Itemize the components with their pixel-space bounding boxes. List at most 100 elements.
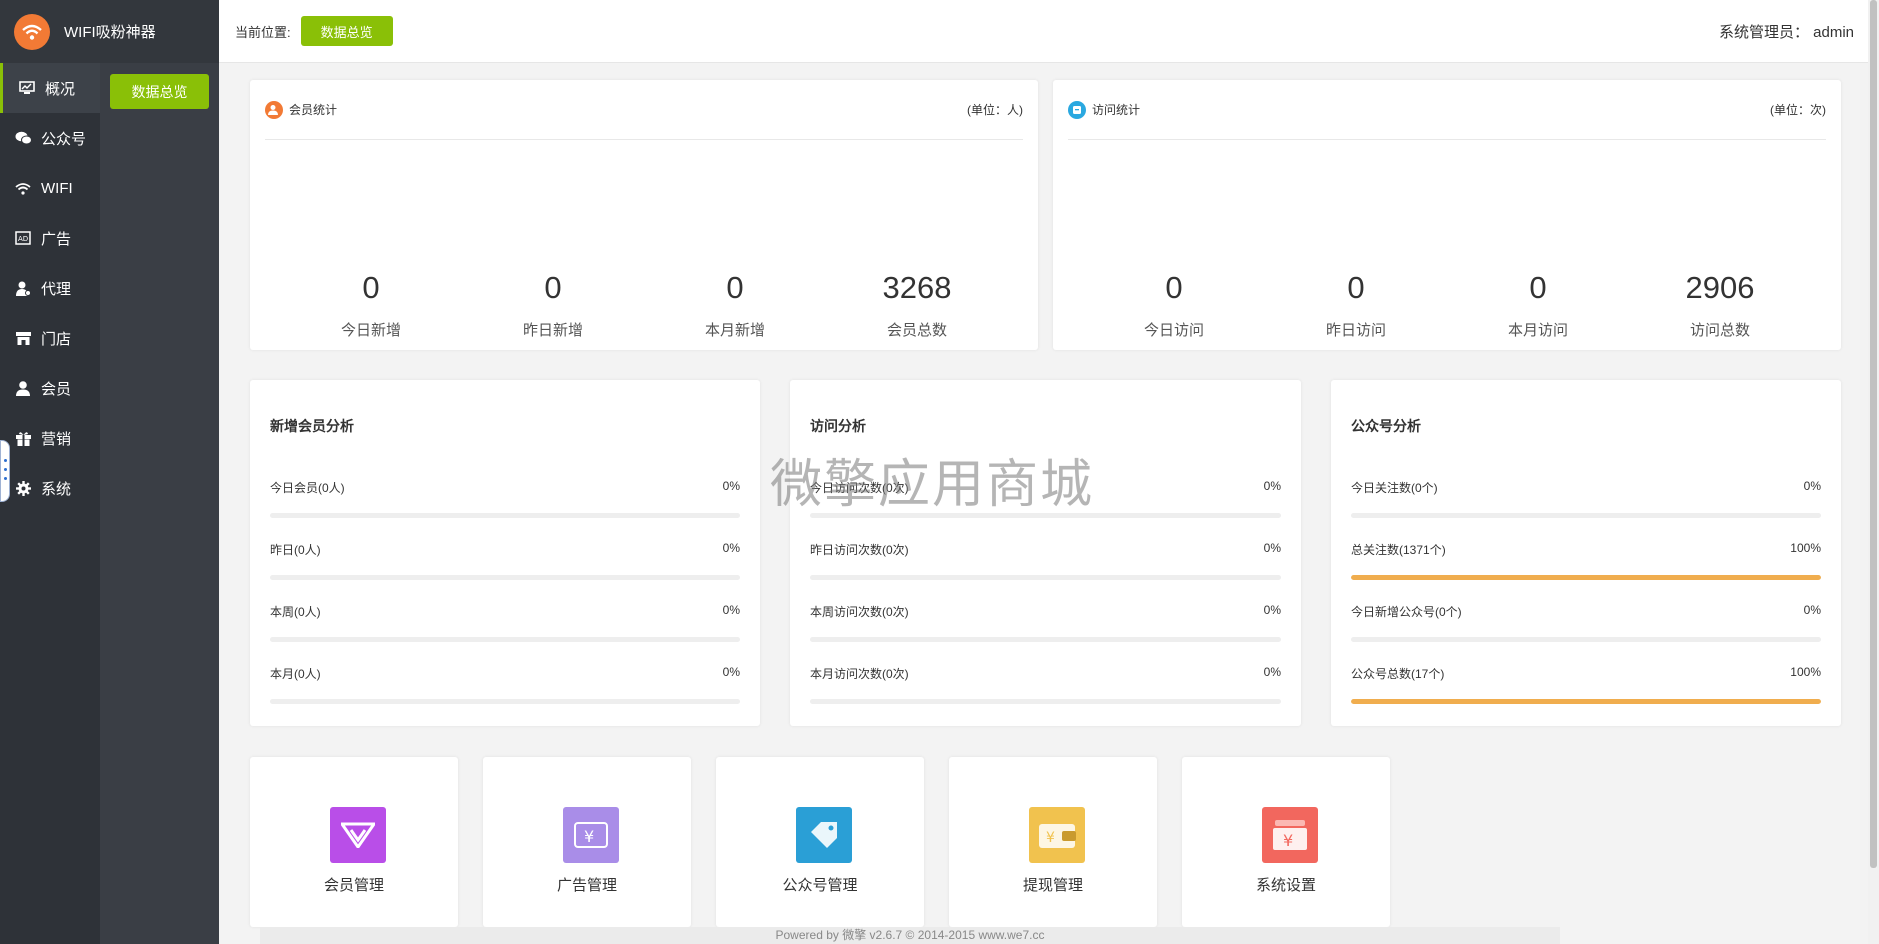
progress-percent: 0%	[1803, 603, 1821, 617]
progress-label: 总关注数(1371个)	[1351, 543, 1446, 557]
shortcut-system-settings[interactable]: ¥ 系统设置	[1182, 757, 1390, 927]
svg-text:¥: ¥	[1046, 830, 1055, 846]
stat-label: 昨日访问	[1325, 322, 1386, 339]
shortcut-member-management[interactable]: 会员管理	[250, 757, 458, 927]
brand: WIFI吸粉神器	[0, 0, 219, 63]
member-stats-icon	[265, 100, 283, 119]
progress-row: 本周访问次数(0次) 0%	[810, 603, 1281, 643]
stat-value: 0	[1347, 270, 1365, 305]
progress-bar	[1351, 699, 1821, 704]
sidebar-item-system[interactable]: 系统	[0, 463, 100, 513]
sidebar-item-label: 营销	[41, 430, 72, 448]
wallet-icon: ¥	[1029, 807, 1085, 863]
progress-bar	[810, 575, 1281, 580]
progress-bar	[1351, 575, 1821, 580]
shortcut-label: 广告管理	[556, 877, 617, 894]
panel-title: 公众号分析	[1351, 418, 1421, 434]
progress-bar	[1351, 637, 1821, 642]
progress-percent: 0%	[1263, 665, 1281, 679]
stat-value: 0	[362, 270, 380, 305]
vip-icon	[330, 807, 386, 863]
stat-item: 0 本月访问	[1447, 270, 1629, 340]
stat-label: 本月访问	[1507, 322, 1568, 339]
breadcrumb-current-button[interactable]: 数据总览	[300, 16, 393, 46]
progress-label: 今日会员(0人)	[270, 481, 345, 495]
sub-sidebar: 数据总览	[100, 63, 219, 944]
coupon-icon: ¥	[563, 807, 619, 863]
stat-label: 昨日新增	[522, 322, 583, 339]
sidebar-item-wifi[interactable]: WIFI	[0, 163, 100, 213]
wechat-icon	[14, 129, 32, 147]
member-stats-header: 会员统计 (单位：人)	[265, 80, 1023, 140]
shortcut-account-management[interactable]: 公众号管理	[716, 757, 924, 927]
member-analysis-panel: 新增会员分析 今日会员(0人) 0% 昨日(0人) 0% 本周(0人) 0% 本…	[250, 380, 760, 726]
stat-value: 0	[1165, 270, 1183, 305]
visit-stats-values: 0 今日访问 0 昨日访问 0 本月访问 2906 访问总数	[1083, 270, 1811, 340]
sidebar-item-ads[interactable]: AD 广告	[0, 213, 100, 263]
admin-user-label[interactable]: 系统管理员： admin	[1719, 21, 1854, 42]
user-icon	[14, 379, 32, 397]
progress-label: 昨日(0人)	[270, 543, 321, 557]
stat-value: 0	[544, 270, 562, 305]
shortcut-label: 公众号管理	[782, 877, 858, 894]
shortcut-withdraw-management[interactable]: ¥ 提现管理	[949, 757, 1157, 927]
progress-row: 总关注数(1371个) 100%	[1351, 541, 1821, 581]
footer: Powered by 微擎 v2.6.7 © 2014-2015 www.we7…	[260, 927, 1560, 944]
progress-label: 本月访问次数(0次)	[810, 667, 909, 681]
app-title: WIFI吸粉神器	[64, 24, 156, 41]
progress-bar	[270, 513, 740, 518]
brand-bar: WIFI吸粉神器	[0, 0, 219, 63]
shortcut-ad-management[interactable]: ¥ 广告管理	[483, 757, 691, 927]
visit-stats-unit: (单位：次)	[1770, 103, 1826, 117]
sidebar-item-label: 广告	[41, 230, 72, 248]
tag-icon	[796, 807, 852, 863]
progress-percent: 0%	[722, 603, 740, 617]
sidebar-item-overview[interactable]: 概况	[0, 63, 100, 113]
member-stats-title: 会员统计	[289, 103, 338, 117]
wifi-icon	[14, 179, 32, 197]
stat-label: 会员总数	[886, 322, 947, 339]
watermark: 微擎应用商城	[770, 455, 1095, 515]
sidebar-item-label: 门店	[41, 330, 72, 348]
sidebar-item-member[interactable]: 会员	[0, 363, 100, 413]
progress-percent: 0%	[722, 479, 740, 493]
shortcut-label: 会员管理	[323, 877, 384, 894]
progress-percent: 0%	[722, 541, 740, 555]
progress-percent: 0%	[722, 665, 740, 679]
progress-row: 昨日(0人) 0%	[270, 541, 740, 581]
ad-icon: AD	[14, 229, 32, 247]
member-stats-values: 0 今日新增 0 昨日新增 0 本月新增 3268 会员总数	[280, 270, 1008, 340]
sidebar-item-marketing[interactable]: 营销	[0, 413, 100, 463]
sidebar: 概况 公众号 WIFI AD 广告 代理 门店 会员 营销 系统	[0, 0, 100, 944]
progress-row: 公众号总数(17个) 100%	[1351, 665, 1821, 705]
side-drawer-handle[interactable]	[0, 440, 10, 502]
sidebar-item-label: 系统	[41, 480, 72, 498]
stat-label: 访问总数	[1689, 322, 1750, 339]
sidebar-item-label: 公众号	[41, 130, 87, 148]
stat-item: 0 本月新增	[644, 270, 826, 340]
cash-icon: ¥	[1262, 807, 1318, 863]
stat-item: 3268 会员总数	[826, 270, 1008, 340]
progress-bar	[810, 637, 1281, 642]
sidebar-item-store[interactable]: 门店	[0, 313, 100, 363]
sidebar-item-agent[interactable]: 代理	[0, 263, 100, 313]
page-scrollbar[interactable]	[1868, 0, 1879, 944]
stat-item: 0 今日访问	[1083, 270, 1265, 340]
gift-icon	[14, 429, 32, 447]
gear-icon	[14, 479, 32, 497]
progress-label: 本周(0人)	[270, 605, 321, 619]
shortcut-label: 提现管理	[1022, 877, 1083, 894]
monitor-icon	[18, 79, 36, 97]
subnav-overview-button[interactable]: 数据总览	[110, 74, 209, 109]
scrollbar-thumb[interactable]	[1870, 0, 1877, 868]
member-stats-card: 会员统计 (单位：人) 0 今日新增 0 昨日新增 0 本月新增 3268 会员…	[250, 80, 1038, 350]
progress-label: 本周访问次数(0次)	[810, 605, 909, 619]
stat-label: 今日新增	[340, 322, 401, 339]
progress-percent: 0%	[1263, 603, 1281, 617]
sidebar-item-wechat[interactable]: 公众号	[0, 113, 100, 163]
sidebar-item-label: WIFI	[41, 179, 73, 197]
progress-bar	[810, 699, 1281, 704]
panel-title: 新增会员分析	[270, 418, 354, 434]
progress-bar	[270, 699, 740, 704]
sidebar-item-label: 概况	[45, 80, 76, 98]
